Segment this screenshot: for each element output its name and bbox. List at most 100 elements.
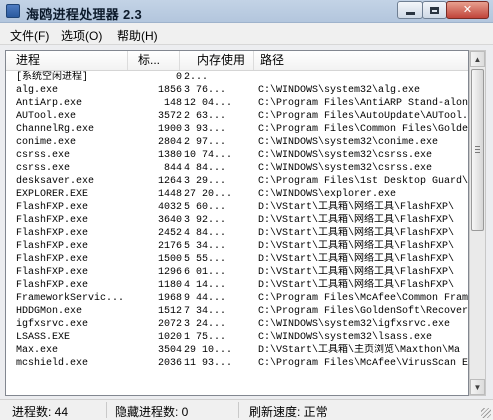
path-cell: C:\Program Files\GoldenSoft\Recovery [258,306,468,317]
menu-file[interactable]: 文件(F) [6,26,53,45]
list-header: 进程 标... 内存使用 路径 [6,51,468,71]
scroll-down-button[interactable]: ▼ [470,379,485,395]
memory-cell: 3 29... [184,176,227,187]
table-row[interactable]: HDDGMon.exe 1512 7 34... C:\Program Files\G… [6,305,468,318]
path-cell: C:\Program Files\Common Files\Golden [258,124,468,135]
pid-cell: 2176 [157,241,182,252]
process-name-cell: ChannelRg.exe [16,124,95,135]
path-cell: C:\Program Files\AntiARP Stand-alon [258,98,468,109]
menu-bar: 文件(F) 选项(O) 帮助(H) [0,23,493,45]
table-row[interactable]: mcshield.exe 2036 11 93... C:\Program Files… [6,357,468,370]
process-name-cell: csrss.exe [16,163,71,174]
memory-cell: 29 10... [184,345,233,356]
memory-cell: 2... [184,72,209,83]
process-count: 进程数: 44 [12,405,69,419]
path-cell: D:\VStart\工具箱\主页浏览\Maxthon\Ma [258,345,461,356]
table-row[interactable]: FlashFXP.exe 3640 3 92... D:\VStart\工具箱\网络工… [6,214,468,227]
table-row[interactable]: igfxsrvc.exe 2072 3 24... C:\WINDOWS\system… [6,318,468,331]
table-row[interactable]: AntiArp.exe 148 12 04... C:\Program Files\A… [6,97,468,110]
path-cell: C:\WINDOWS\explorer.exe [258,189,397,200]
process-name-cell: [系统空闲进程] [16,72,89,83]
process-name-cell: desksaver.exe [16,176,95,187]
pid-cell: 3572 [157,111,182,122]
column-header-process[interactable]: 进程 [6,51,128,70]
memory-cell: 5 60... [184,202,227,213]
pid-cell: 844 [163,163,182,174]
process-name-cell: FlashFXP.exe [16,202,89,213]
path-cell: C:\Program Files\1st Desktop Guard\ [258,176,468,187]
process-name-cell: csrss.exe [16,150,71,161]
table-row[interactable]: ChannelRg.exe 1900 3 93... C:\Program Files… [6,123,468,136]
path-cell: C:\Program Files\McAfee\Common Frame [258,293,468,304]
path-cell: C:\WINDOWS\system32\conime.exe [258,137,439,148]
path-cell: C:\Program Files\AutoUpdate\AUTool. [258,111,468,122]
resize-grip-icon[interactable] [481,408,491,418]
grip-line [475,149,480,150]
table-row[interactable]: FlashFXP.exe 1296 6 01... D:\VStart\工具箱\网络工… [6,266,468,279]
scroll-thumb[interactable] [471,69,484,231]
process-name-cell: alg.exe [16,85,59,96]
process-name-cell: FrameworkServic... [16,293,125,304]
memory-cell: 3 92... [184,215,227,226]
process-name-cell: Max.exe [16,345,59,356]
table-row[interactable]: LSASS.EXE 1020 1 75... C:\WINDOWS\system32\… [6,331,468,344]
path-cell: C:\WINDOWS\system32\igfxsrvc.exe [258,319,451,330]
menu-options[interactable]: 选项(O) [57,26,106,45]
status-bar: 进程数: 44 隐藏进程数: 0 刷新速度: 正常 [0,399,493,420]
process-name-cell: EXPLORER.EXE [16,189,89,200]
maximize-icon [430,6,439,14]
pid-cell: 148 [163,98,182,109]
table-row[interactable]: alg.exe 1856 3 76... C:\WINDOWS\system32\al… [6,84,468,97]
table-row[interactable]: Max.exe 3504 29 10... D:\VStart\工具箱\主页浏览\Ma… [6,344,468,357]
process-name-cell: FlashFXP.exe [16,280,89,291]
pid-cell: 1968 [157,293,182,304]
memory-cell: 12 04... [184,98,233,109]
table-row[interactable]: conime.exe 2804 2 97... C:\WINDOWS\system32… [6,136,468,149]
memory-cell: 10 74... [184,150,233,161]
minimize-button[interactable] [397,1,423,19]
column-header-path[interactable]: 路径 [254,51,468,70]
scroll-up-button[interactable]: ▲ [470,51,485,67]
memory-cell: 6 01... [184,267,227,278]
column-header-memory[interactable]: 内存使用 [180,51,254,70]
column-header-pid[interactable]: 标... [128,51,180,70]
table-row[interactable]: desksaver.exe 1264 3 29... C:\Program Files… [6,175,468,188]
memory-cell: 2 97... [184,137,227,148]
table-row[interactable]: FlashFXP.exe 2176 5 34... D:\VStart\工具箱\网络工… [6,240,468,253]
memory-cell: 1 75... [184,332,227,343]
close-button[interactable]: ✕ [446,1,489,19]
hidden-process-count: 隐藏进程数: 0 [115,405,189,419]
path-cell: D:\VStart\工具箱\网络工具\FlashFXP\ [258,254,455,265]
pid-cell: 1900 [157,124,182,135]
pid-cell: 1180 [157,280,182,291]
process-name-cell: FlashFXP.exe [16,241,89,252]
table-row[interactable]: csrss.exe 844 4 84... C:\WINDOWS\system32\c… [6,162,468,175]
path-cell: C:\WINDOWS\system32\alg.exe [258,85,421,96]
pid-cell: 2804 [157,137,182,148]
arrow-up-icon: ▲ [473,54,482,64]
table-row[interactable]: FlashFXP.exe 2452 4 84... D:\VStart\工具箱\网络工… [6,227,468,240]
table-row[interactable]: EXPLORER.EXE 1448 27 20... C:\WINDOWS\explo… [6,188,468,201]
maximize-button[interactable] [422,1,447,19]
title-bar[interactable]: 海鸥进程处理器 2.3 ✕ [0,0,493,23]
path-cell: D:\VStart\工具箱\网络工具\FlashFXP\ [258,241,455,252]
table-row[interactable]: FlashFXP.exe 4032 5 60... D:\VStart\工具箱\网络工… [6,201,468,214]
pid-cell: 1448 [157,189,182,200]
table-row[interactable]: FlashFXP.exe 1500 5 55... D:\VStart\工具箱\网络工… [6,253,468,266]
path-cell: D:\VStart\工具箱\网络工具\FlashFXP\ [258,202,455,213]
table-row[interactable]: AUTool.exe 3572 2 63... C:\Program Files\Au… [6,110,468,123]
table-row[interactable]: FlashFXP.exe 1180 4 14... D:\VStart\工具箱\网络工… [6,279,468,292]
pid-cell: 3504 [157,345,182,356]
process-name-cell: FlashFXP.exe [16,228,89,239]
table-row[interactable]: [系统空闲进程] 0 2... [6,71,468,84]
menu-help[interactable]: 帮助(H) [113,26,162,45]
table-row[interactable]: csrss.exe 1380 10 74... C:\WINDOWS\system32… [6,149,468,162]
memory-cell: 11 93... [184,358,233,369]
memory-cell: 2 63... [184,111,227,122]
pid-cell: 1512 [157,306,182,317]
table-row[interactable]: FrameworkServic... 1968 9 44... C:\Program … [6,292,468,305]
path-cell: C:\WINDOWS\system32\csrss.exe [258,150,433,161]
process-name-cell: HDDGMon.exe [16,306,83,317]
vertical-scrollbar[interactable]: ▲ ▼ [469,50,486,396]
process-list[interactable]: 进程 标... 内存使用 路径 [系统空闲进程] 0 2... alg.exe 1856… [5,50,469,396]
